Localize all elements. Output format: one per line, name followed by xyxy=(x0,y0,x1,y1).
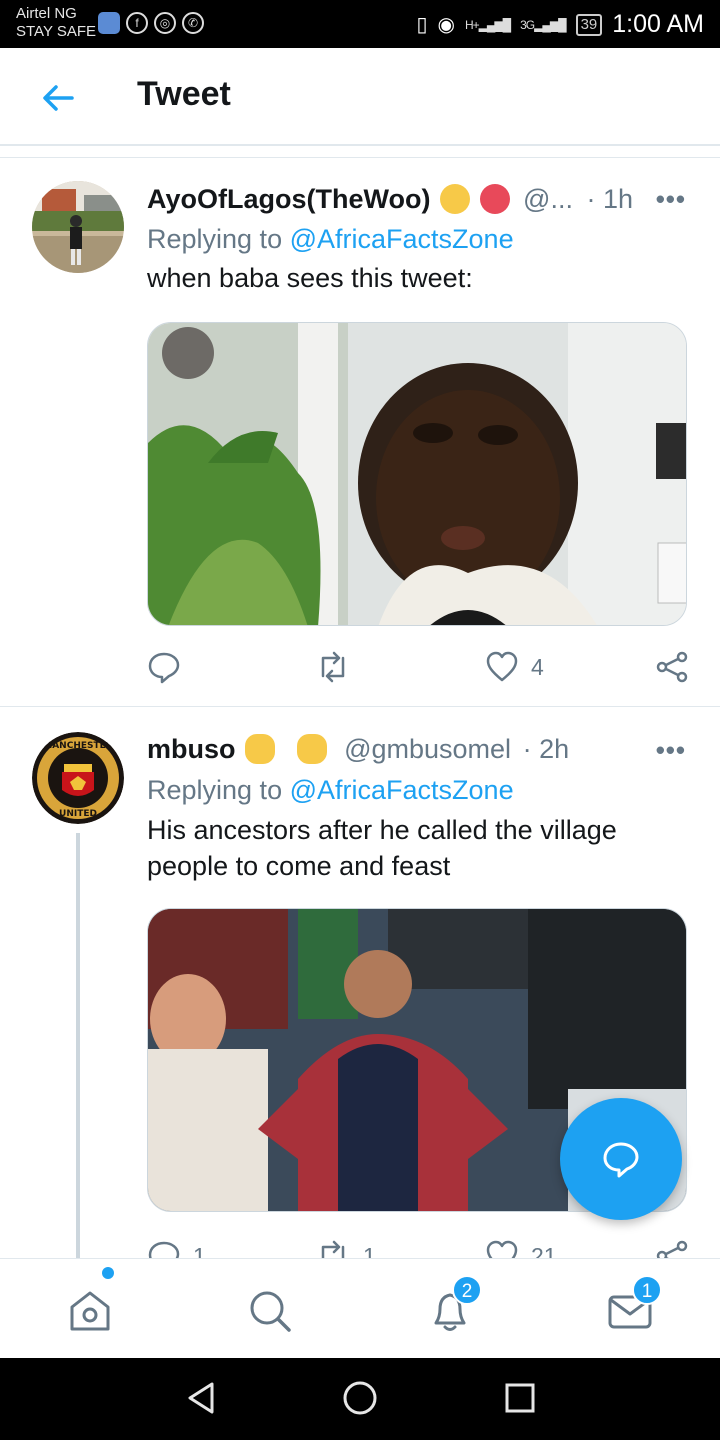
compose-reply-icon xyxy=(603,1142,639,1178)
svg-text:UNITED: UNITED xyxy=(59,809,97,819)
like-count: 4 xyxy=(531,653,544,680)
tweet-text: His ancestors after he called the villag… xyxy=(147,815,617,881)
tweet-1[interactable]: AyoOfLagos(TheWoo) @... · 1h ••• Replyin… xyxy=(0,158,720,706)
replying-to: Replying to @AfricaFactsZone xyxy=(147,773,514,807)
nav-messages[interactable]: 1 xyxy=(602,1275,662,1339)
vibrate-icon: ▯ xyxy=(416,14,428,36)
tweet-header: AyoOfLagos(TheWoo) @... · 1h xyxy=(147,182,633,216)
mention-link[interactable]: @AfricaFactsZone xyxy=(290,775,514,805)
share-icon xyxy=(656,651,688,683)
ok-hand-icon xyxy=(245,734,276,764)
timestamp[interactable]: 1h xyxy=(603,184,633,214)
reply-icon xyxy=(148,652,180,684)
whatsapp-icon: ✆ xyxy=(182,12,204,34)
circle-home-icon xyxy=(343,1381,377,1415)
hot-face-icon xyxy=(479,184,510,214)
mention-link[interactable]: @AfricaFactsZone xyxy=(290,224,514,254)
user-handle[interactable]: @gmbusomel xyxy=(344,734,511,764)
display-name[interactable]: AyoOfLagos(TheWoo) xyxy=(147,184,430,214)
heart-icon xyxy=(486,651,518,682)
square-recents-icon xyxy=(505,1383,535,1413)
system-home-button[interactable] xyxy=(340,1378,380,1418)
top-app-bar: Tweet xyxy=(0,48,720,146)
nav-notifications[interactable]: 2 xyxy=(422,1275,482,1339)
clock: 1:00 AM xyxy=(612,10,704,38)
carrier-name: Airtel NG xyxy=(16,5,77,22)
search-icon xyxy=(250,1291,291,1332)
back-button[interactable] xyxy=(38,78,78,118)
status-bar: Airtel NG STAY SAFE f ◎ ✆ ▯ ◉ H+▂▄▆█ 3G▂… xyxy=(0,0,720,48)
arrow-left-icon xyxy=(43,85,74,111)
tweet-actions: 4 xyxy=(147,650,692,684)
compose-reply-button[interactable] xyxy=(560,1098,682,1220)
timestamp[interactable]: 2h xyxy=(539,734,569,764)
notifications-badge: 2 xyxy=(452,1275,482,1305)
reply-button[interactable] xyxy=(147,650,193,684)
facebook-icon: f xyxy=(126,12,148,34)
chrome-icon: ◎ xyxy=(154,12,176,34)
more-options-button[interactable]: ••• xyxy=(656,735,686,766)
carrier-info: Airtel NG STAY SAFE xyxy=(16,5,96,41)
home-icon xyxy=(70,1291,110,1331)
avatar[interactable]: MANCHESTER UNITED xyxy=(32,732,124,824)
messages-badge: 1 xyxy=(632,1275,662,1305)
svg-text:MANCHESTER: MANCHESTER xyxy=(43,741,113,751)
avatar-image xyxy=(32,181,124,273)
like-button[interactable]: 4 xyxy=(485,650,544,684)
signal-1: H+▂▄▆█ xyxy=(464,17,511,32)
eye-icon: ◉ xyxy=(437,14,455,36)
thread-connector xyxy=(76,833,80,1258)
retweet-icon xyxy=(321,651,345,683)
bottom-navigation: 2 1 xyxy=(0,1258,720,1358)
signal-2: 3G▂▄▆█ xyxy=(520,17,566,32)
more-options-button[interactable]: ••• xyxy=(656,184,686,215)
system-recents-button[interactable] xyxy=(500,1378,540,1418)
separator-dot: · xyxy=(522,734,532,764)
separator-dot: · xyxy=(586,184,596,214)
avatar[interactable] xyxy=(32,181,124,273)
media-image xyxy=(148,323,686,625)
nav-search[interactable] xyxy=(242,1283,298,1339)
display-name[interactable]: mbuso xyxy=(147,734,236,764)
retweet-button[interactable] xyxy=(315,650,363,684)
share-button[interactable] xyxy=(655,650,689,684)
tweet-header: mbuso @gmbusomel · 2h xyxy=(147,732,569,766)
user-handle[interactable]: @... xyxy=(523,184,573,214)
tweet-media[interactable] xyxy=(147,322,687,626)
replying-prefix: Replying to xyxy=(147,775,283,805)
victory-hand-icon xyxy=(296,734,327,764)
page-title: Tweet xyxy=(137,75,231,113)
shield-icon xyxy=(98,12,120,34)
battery-indicator: 39 xyxy=(575,13,603,36)
status-right: ▯ ◉ H+▂▄▆█ 3G▂▄▆█ 39 1:00 AM xyxy=(416,10,704,39)
home-unread-dot xyxy=(102,1267,114,1279)
woozy-face-icon xyxy=(440,184,470,214)
replying-prefix: Replying to xyxy=(147,224,283,254)
carrier-subtitle: STAY SAFE xyxy=(16,23,97,40)
notification-icons: f ◎ ✆ xyxy=(98,12,204,34)
system-navigation-bar xyxy=(0,1358,720,1440)
tweet-text: when baba sees this tweet: xyxy=(147,263,473,293)
header-divider xyxy=(0,146,720,158)
nav-home[interactable] xyxy=(62,1283,118,1339)
system-back-button[interactable] xyxy=(182,1378,222,1418)
triangle-back-icon xyxy=(188,1382,214,1414)
replying-to: Replying to @AfricaFactsZone xyxy=(147,222,514,256)
manchester-united-crest-icon: MANCHESTER UNITED xyxy=(32,732,124,824)
